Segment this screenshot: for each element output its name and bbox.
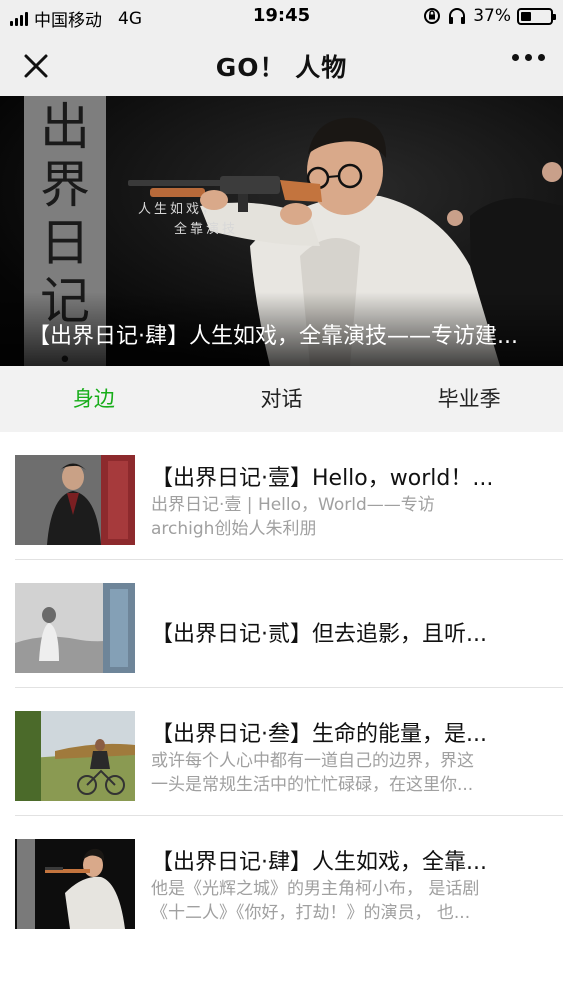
article-thumbnail [15, 455, 135, 545]
article-desc-line: 《十二人》《你好，打劫！》的演员， 也... [151, 903, 471, 923]
article-title: 【出界日记·贰】但去追影，且听... [151, 622, 487, 647]
banner-title-char: 出 [40, 98, 90, 156]
article-desc: 他是《光辉之城》的男主角柯小布， 是话剧 《十二人》《你好，打劫！》的演员， 也… [151, 877, 531, 925]
article-desc-line: 或许每个人心中都有一道自己的边界，界这 [151, 751, 474, 771]
article-thumbnail [15, 711, 135, 801]
category-tabs: 身边 对话 毕业季 [0, 366, 563, 432]
article-desc-line: 一头是常规生活中的忙忙碌碌，在这里你... [151, 775, 474, 795]
article-desc-line: 出界日记·壹 | Hello，World——专访 [151, 495, 435, 515]
page-title: GO！ 人物 [215, 53, 348, 82]
battery-percent: 37% [473, 6, 511, 26]
tab-duihua[interactable]: 对话 [188, 366, 376, 432]
tab-shenbian[interactable]: 身边 [0, 366, 188, 432]
banner-caption: 【出界日记·肆】人生如戏，全靠演技——专访建... [28, 324, 518, 349]
article-desc: 出界日记·壹 | Hello，World——专访 archigh创始人朱利朋 [151, 493, 531, 541]
article-desc-line: archigh创始人朱利朋 [151, 519, 317, 539]
banner-title-char: 界 [40, 156, 90, 214]
article-title: 【出界日记·壹】Hello，world！... [151, 466, 494, 491]
banner-subtitle-line: 全靠演技 [174, 222, 239, 237]
article-list: 【出界日记·壹】Hello，world！... 出界日记·壹 | Hello，W… [0, 432, 563, 944]
article-title: 【出界日记·肆】人生如戏，全靠... [151, 850, 487, 875]
article-item[interactable]: 【出界日记·肆】人生如戏，全靠... 他是《光辉之城》的男主角柯小布， 是话剧 … [0, 816, 563, 944]
article-title: 【出界日记·叁】生命的能量，是... [151, 722, 487, 747]
banner-subtitle-line: 人生如戏， [138, 202, 219, 217]
more-icon[interactable] [512, 54, 545, 61]
rotation-lock-icon [424, 8, 441, 24]
battery-icon [517, 7, 556, 25]
article-desc: 或许每个人心中都有一道自己的边界，界这 一头是常规生活中的忙忙碌碌，在这里你..… [151, 749, 531, 797]
article-thumbnail [15, 583, 135, 673]
article-thumbnail [15, 839, 135, 929]
article-item[interactable]: 【出界日记·壹】Hello，world！... 出界日记·壹 | Hello，W… [0, 432, 563, 560]
banner-title-char: 日 [40, 214, 90, 272]
article-item[interactable]: 【出界日记·叁】生命的能量，是... 或许每个人心中都有一道自己的边界，界这 一… [0, 688, 563, 816]
article-desc-line: 他是《光辉之城》的男主角柯小布， 是话剧 [151, 879, 480, 899]
article-item[interactable]: 【出界日记·贰】但去追影，且听... [0, 560, 563, 688]
nav-bar: GO！ 人物 [0, 34, 563, 96]
featured-banner[interactable]: 出 界 日 记 · 肆 人生如戏， 全靠演技 【出界日记·肆】人生如戏，全靠演技… [0, 96, 563, 366]
banner-subtitle: 人生如戏， 全靠演技 [138, 200, 238, 240]
tab-biyeji[interactable]: 毕业季 [375, 366, 563, 432]
status-bar: 中国移动 4G 19:45 37% [0, 0, 563, 34]
banner-caption-overlay: 【出界日记·肆】人生如戏，全靠演技——专访建... [0, 292, 563, 366]
headphones-icon [449, 8, 466, 24]
status-right: 37% [423, 6, 556, 26]
